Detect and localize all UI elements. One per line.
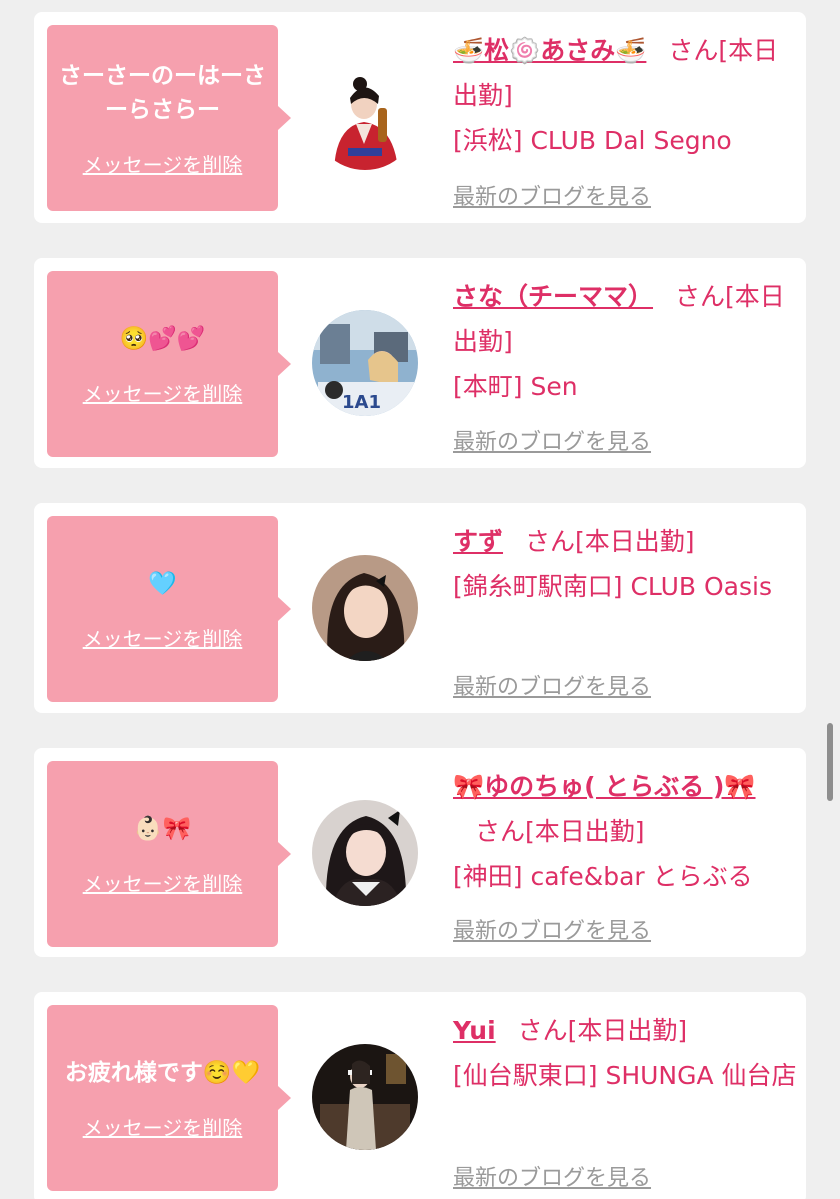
cast-info: 🎀ゆのちゅ( とらぶる )🎀 さん[本日出勤] [神田] cafe&bar とらぶ… [453, 764, 798, 899]
latest-blog-link[interactable]: 最新のブログを見る [453, 669, 651, 701]
cast-name-link[interactable]: 🍜松🍥あさみ🍜 [453, 36, 646, 65]
latest-blog-link[interactable]: 最新のブログを見る [453, 1160, 651, 1192]
delete-message-link[interactable]: メッセージを削除 [83, 868, 243, 897]
message-text: 👶🏻🎀 [133, 815, 192, 842]
latest-blog-link[interactable]: 最新のブログを見る [453, 913, 651, 945]
avatar[interactable] [312, 64, 418, 170]
store-name: [神田] cafe&bar とらぶる [453, 862, 753, 891]
avatar[interactable] [312, 1044, 418, 1150]
message-text: お疲れ様です☺️💛 [64, 1059, 261, 1086]
cast-info: すず さん[本日出勤] [錦糸町駅南口] CLUB Oasis [453, 519, 798, 609]
honorific: さん [525, 527, 576, 556]
message-bubble: 🥺💕💕 メッセージを削除 [47, 271, 291, 457]
avatar[interactable]: 1A1 [312, 310, 418, 416]
avatar[interactable] [312, 800, 418, 906]
cast-info: Yui さん[本日出勤] [仙台駅東口] SHUNGA 仙台店 [453, 1008, 798, 1098]
cast-name-link[interactable]: さな（チーママ） [453, 282, 653, 311]
message-bubble: 👶🏻🎀 メッセージを削除 [47, 761, 291, 947]
honorific: さん [475, 817, 526, 846]
delete-message-link[interactable]: メッセージを削除 [83, 623, 243, 652]
message-card: さーさーのーはーさーらさらー メッセージを削除 🍜松🍥あさみ🍜 さん[本日出勤] … [34, 12, 806, 223]
store-name: [仙台駅東口] SHUNGA 仙台店 [453, 1061, 797, 1090]
svg-text:1A1: 1A1 [342, 392, 381, 413]
notification-list: さーさーのーはーさーらさらー メッセージを削除 🍜松🍥あさみ🍜 さん[本日出勤] … [0, 0, 840, 1199]
honorific: さん [668, 36, 719, 65]
message-bubble: お疲れ様です☺️💛 メッセージを削除 [47, 1005, 291, 1191]
cast-name-link[interactable]: すず [453, 527, 503, 556]
cast-name-link[interactable]: Yui [453, 1016, 496, 1045]
message-card: 🩵 メッセージを削除 すず さん[本日出勤] [錦糸町駅南口] CLUB Oasi… [34, 503, 806, 713]
cast-name-link[interactable]: 🎀ゆのちゅ( とらぶる )🎀 [453, 772, 756, 801]
cast-info: 🍜松🍥あさみ🍜 さん[本日出勤] [浜松] CLUB Dal Segno [453, 28, 798, 163]
message-bubble: さーさーのーはーさーらさらー メッセージを削除 [47, 25, 291, 211]
store-name: [本町] Sen [453, 372, 578, 401]
message-card: お疲れ様です☺️💛 メッセージを削除 Yui さん[本日出勤] [仙台駅東口] S… [34, 992, 806, 1199]
message-bubble: 🩵 メッセージを削除 [47, 516, 291, 702]
scrollbar[interactable] [827, 723, 833, 801]
message-card: 🥺💕💕 メッセージを削除 1A1 さな（チーママ） さん[本日出勤] [本町] S… [34, 258, 806, 468]
work-status: [本日出勤] [575, 527, 695, 556]
honorific: さん [517, 1016, 568, 1045]
work-status: [本日出勤] [567, 1016, 688, 1045]
message-text: 🥺💕💕 [119, 325, 206, 352]
avatar[interactable] [312, 555, 418, 661]
message-text: さーさーのーはーさーらさらー [59, 62, 266, 123]
delete-message-link[interactable]: メッセージを削除 [83, 149, 243, 178]
latest-blog-link[interactable]: 最新のブログを見る [453, 424, 651, 456]
message-card: 👶🏻🎀 メッセージを削除 🎀ゆのちゅ( とらぶる )🎀 さん[本日出勤] [神田]… [34, 748, 806, 957]
message-text: 🩵 [148, 570, 177, 597]
store-name: [浜松] CLUB Dal Segno [453, 126, 732, 155]
delete-message-link[interactable]: メッセージを削除 [83, 378, 243, 407]
work-status: [本日出勤] [525, 817, 645, 846]
delete-message-link[interactable]: メッセージを削除 [83, 1112, 243, 1141]
store-name: [錦糸町駅南口] CLUB Oasis [453, 572, 772, 601]
honorific: さん [675, 282, 726, 311]
cast-info: さな（チーママ） さん[本日出勤] [本町] Sen [453, 274, 798, 409]
latest-blog-link[interactable]: 最新のブログを見る [453, 179, 651, 211]
